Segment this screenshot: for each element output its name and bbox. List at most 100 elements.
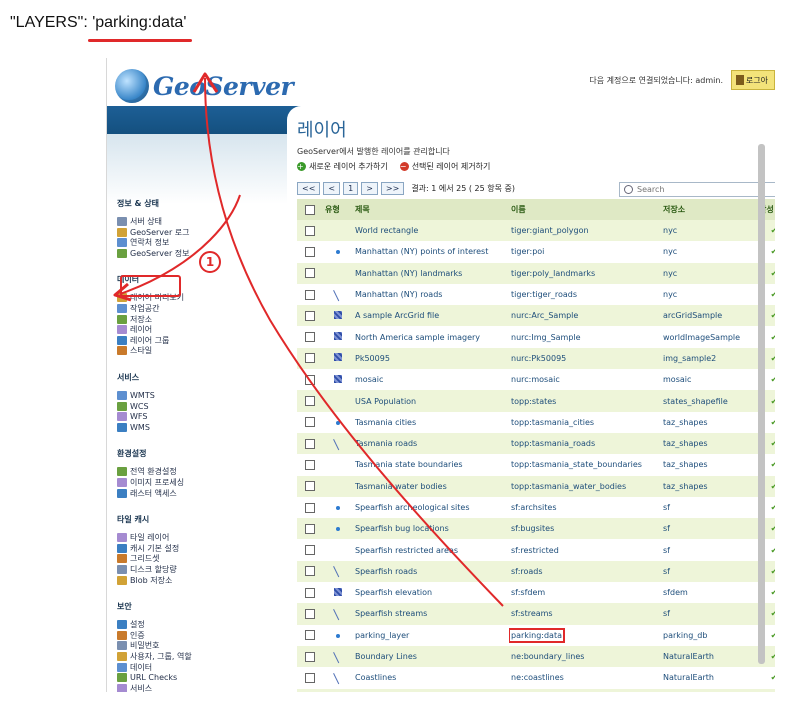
table-row[interactable]: Manhattan (NY) roads tiger:tiger_roads nyc…	[297, 283, 775, 306]
store-link[interactable]: sf	[661, 539, 757, 561]
store-link[interactable]: nyc	[661, 241, 757, 263]
next-page-button[interactable]: >	[361, 182, 378, 195]
row-checkbox[interactable]	[305, 310, 315, 321]
store-link[interactable]: taz_shapes	[661, 432, 757, 455]
sidebar-item[interactable]: 스타일	[117, 345, 152, 356]
layer-name-link[interactable]: topp:states	[511, 397, 556, 406]
store-link[interactable]: sf	[661, 603, 757, 625]
layer-title-link[interactable]: Manhattan (NY) landmarks	[353, 262, 509, 284]
layer-title-link[interactable]: Manhattan (NY) points of interest	[353, 241, 509, 263]
row-checkbox[interactable]	[305, 672, 315, 683]
layer-title-link[interactable]: parking_layer	[353, 624, 509, 646]
sidebar-item[interactable]: 이미지 프로세싱	[117, 477, 184, 488]
layer-name-link[interactable]: ne:boundary_lines	[511, 652, 584, 661]
row-checkbox[interactable]	[305, 246, 315, 257]
sidebar-item[interactable]: GeoServer 로그	[117, 227, 190, 238]
sidebar-item[interactable]: URL Checks	[117, 672, 177, 683]
sidebar-item[interactable]: GeoServer 정보	[117, 248, 190, 259]
layer-title-link[interactable]: Spearfish streams	[353, 603, 509, 625]
store-link[interactable]: taz_shapes	[661, 411, 757, 433]
table-row[interactable]: Spearfish restricted areas sf:restricted s…	[297, 539, 775, 561]
layer-name-link[interactable]: nurc:Pk50095	[511, 354, 566, 363]
row-checkbox[interactable]	[305, 353, 315, 364]
row-checkbox[interactable]	[305, 289, 315, 300]
sidebar-item[interactable]: 서비스	[117, 683, 152, 692]
table-row[interactable]: Pk50095nurc:Pk50095img_sample2✔	[297, 347, 775, 370]
row-checkbox[interactable]	[305, 374, 315, 385]
row-checkbox[interactable]	[305, 417, 315, 428]
table-row[interactable]: Boundary Lines ne:boundary_lines NaturalEa…	[297, 645, 775, 668]
table-row[interactable]: Tasmania state boundaries topp:tasmania_s…	[297, 454, 775, 476]
table-row[interactable]: Spearfish archeological sites sf:archsite…	[297, 496, 775, 519]
search-field[interactable]	[619, 182, 775, 197]
sidebar-item[interactable]: 비밀번호	[117, 640, 159, 651]
layer-name-link[interactable]: sf:sfdem	[511, 588, 545, 597]
sidebar-item[interactable]: WMTS	[117, 390, 155, 401]
layer-name-link[interactable]: sf:streams	[511, 609, 553, 618]
store-link[interactable]: arcGridSample	[661, 305, 757, 327]
geoserver-logo[interactable]: GeoServer	[115, 68, 294, 104]
table-row[interactable]: World rectangletiger:giant_polygonnyc✔	[297, 220, 775, 242]
row-checkbox[interactable]	[305, 396, 315, 407]
layer-title-link[interactable]: Pk50095	[353, 347, 509, 370]
first-page-button[interactable]: <<	[297, 182, 321, 195]
sidebar-item[interactable]: 인증	[117, 630, 145, 641]
table-row[interactable]: North America sample imagery nurc:Img_Sam…	[297, 326, 775, 348]
row-checkbox[interactable]	[305, 268, 315, 279]
sidebar-item[interactable]: 그리드셋	[117, 553, 159, 564]
table-row[interactable]: Spearfish bug locationssf:bugsitessf✔	[297, 518, 775, 540]
store-link[interactable]: NaturalEarth	[661, 667, 757, 689]
sidebar-item[interactable]: 연락처 정보	[117, 237, 169, 248]
sidebar-item[interactable]: 레이어 미리보기	[117, 292, 184, 303]
row-checkbox[interactable]	[305, 332, 315, 343]
add-layer-link[interactable]: + 새로운 레이어 추가하기	[297, 161, 388, 172]
table-row[interactable]: Countriesne:countriesNaturalEarth✔	[297, 688, 775, 692]
store-link[interactable]: states_shapefile	[661, 390, 757, 412]
table-row[interactable]: mosaicnurc:mosaicmosaic✔	[297, 369, 775, 391]
layer-name-link[interactable]: topp:tasmania_roads	[511, 439, 595, 448]
row-checkbox[interactable]	[305, 459, 315, 470]
table-row[interactable]: parking_layerparking:dataparking_db✔	[297, 624, 775, 646]
store-link[interactable]: parking_db	[661, 624, 757, 646]
sidebar-item[interactable]: 서버 상태	[117, 216, 162, 227]
row-checkbox[interactable]	[305, 481, 315, 492]
layer-name-link[interactable]: tiger:giant_polygon	[511, 226, 589, 235]
row-checkbox[interactable]	[305, 523, 315, 534]
layer-title-link[interactable]: Tasmania water bodies	[353, 475, 509, 497]
sidebar-item[interactable]: Blob 저장소	[117, 575, 172, 586]
layer-title-link[interactable]: North America sample imagery	[353, 326, 509, 348]
row-checkbox[interactable]	[305, 630, 315, 641]
layer-title-link[interactable]: Tasmania state boundaries	[353, 454, 509, 476]
layer-name-link[interactable]: topp:tasmania_cities	[511, 418, 594, 427]
sidebar-item[interactable]: 타일 레이어	[117, 532, 169, 543]
store-link[interactable]: nyc	[661, 262, 757, 284]
table-row[interactable]: USA Population topp:states states_shapefil…	[297, 390, 775, 412]
layer-title-link[interactable]: USA Population	[353, 390, 509, 412]
row-checkbox[interactable]	[305, 566, 315, 577]
layer-title-link[interactable]: A sample ArcGrid file	[353, 305, 509, 327]
store-link[interactable]: worldImageSample	[661, 326, 757, 348]
col-store[interactable]: 저장소	[661, 199, 757, 220]
page-1-button[interactable]: 1	[343, 182, 359, 195]
store-link[interactable]: nyc	[661, 283, 757, 306]
row-checkbox[interactable]	[305, 225, 315, 236]
sidebar-item[interactable]: WMS	[117, 422, 150, 433]
store-link[interactable]: taz_shapes	[661, 475, 757, 497]
row-checkbox[interactable]	[305, 502, 315, 513]
layer-title-link[interactable]: Spearfish roads	[353, 560, 509, 583]
layer-title-link[interactable]: Tasmania cities	[353, 411, 509, 433]
sidebar-item[interactable]: 디스크 할당량	[117, 564, 177, 575]
sidebar-item[interactable]: 전역 환경설정	[117, 466, 177, 477]
prev-page-button[interactable]: <	[323, 182, 341, 195]
layer-name-link[interactable]: tiger:poly_landmarks	[511, 269, 595, 278]
store-link[interactable]: sf	[661, 496, 757, 519]
col-type[interactable]: 유형	[323, 199, 353, 220]
store-link[interactable]: sf	[661, 518, 757, 540]
layer-name-link[interactable]: nurc:Img_Sample	[511, 333, 581, 342]
table-row[interactable]: Spearfish elevationsf:sfdemsfdem✔	[297, 582, 775, 604]
remove-layer-link[interactable]: − 선택된 레이어 제거하기	[399, 161, 490, 172]
layer-title-link[interactable]: Spearfish restricted areas	[353, 539, 509, 561]
select-all-header[interactable]	[297, 199, 323, 220]
sidebar-item[interactable]: 데이터	[117, 662, 152, 673]
search-input[interactable]	[637, 185, 757, 194]
